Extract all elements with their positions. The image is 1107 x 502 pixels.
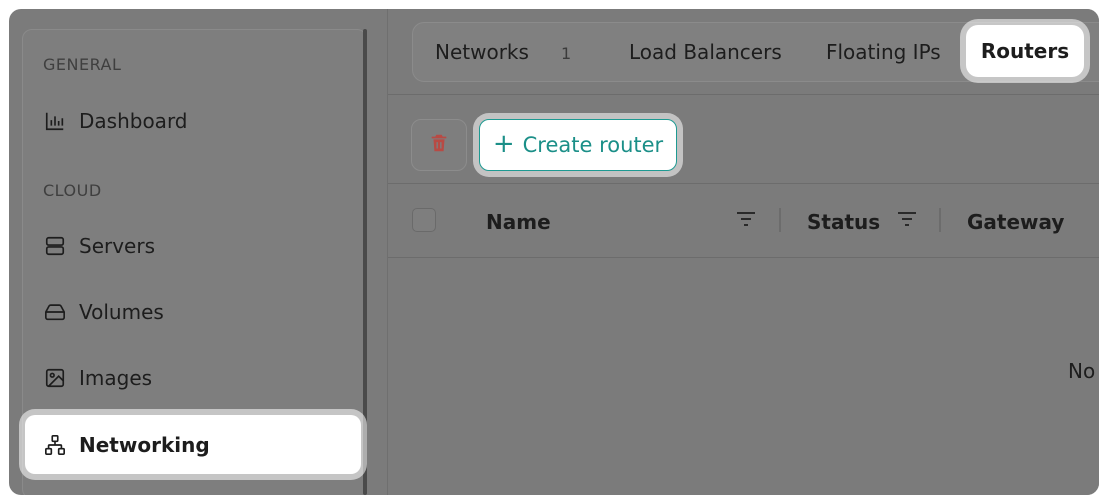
tab-routers[interactable]: Routers bbox=[966, 25, 1084, 77]
trash-icon bbox=[428, 132, 450, 158]
filter-icon[interactable] bbox=[896, 210, 918, 228]
column-separator bbox=[779, 208, 781, 232]
sidebar-item-label: Networking bbox=[79, 433, 210, 457]
tab-networks[interactable]: Networks bbox=[435, 40, 529, 64]
bar-chart-icon bbox=[43, 109, 67, 133]
sidebar-item-networking[interactable]: Networking bbox=[25, 415, 361, 474]
sidebar-item-label: Volumes bbox=[79, 300, 164, 324]
filter-icon[interactable] bbox=[735, 210, 757, 228]
server-icon bbox=[43, 234, 67, 258]
column-header-gateway[interactable]: Gateway bbox=[967, 210, 1064, 234]
divider bbox=[388, 94, 1099, 95]
column-header-name[interactable]: Name bbox=[486, 210, 551, 234]
network-icon bbox=[43, 433, 67, 457]
tab-load-balancers[interactable]: Load Balancers bbox=[629, 40, 782, 64]
create-router-label: Create router bbox=[522, 133, 664, 157]
divider bbox=[388, 183, 1099, 184]
column-separator bbox=[939, 208, 941, 232]
section-label-general: GENERAL bbox=[43, 55, 122, 74]
hard-drive-icon bbox=[43, 300, 67, 324]
main-panel: Networks 1 Load Balancers Floating IPs R… bbox=[387, 9, 1099, 495]
sidebar-item-label: Dashboard bbox=[79, 109, 188, 133]
app-frame: GENERAL Dashboard CLOUD Servers Volumes … bbox=[9, 9, 1099, 495]
empty-state-text: No bbox=[1068, 359, 1096, 383]
select-all-checkbox[interactable] bbox=[412, 208, 436, 232]
section-label-cloud: CLOUD bbox=[43, 181, 102, 200]
sidebar-item-label: Servers bbox=[79, 234, 156, 258]
tab-floating-ips[interactable]: Floating IPs bbox=[826, 40, 941, 64]
sidebar-item-images[interactable]: Images bbox=[43, 358, 152, 398]
sidebar-item-label: Images bbox=[79, 366, 153, 390]
divider bbox=[388, 257, 1099, 258]
column-header-status[interactable]: Status bbox=[807, 210, 880, 234]
sidebar-item-servers[interactable]: Servers bbox=[43, 226, 155, 266]
sidebar-scrollbar[interactable] bbox=[363, 29, 367, 495]
tab-networks-count: 1 bbox=[561, 44, 572, 63]
image-icon bbox=[43, 366, 67, 390]
sidebar-item-dashboard[interactable]: Dashboard bbox=[43, 101, 188, 141]
delete-button[interactable] bbox=[411, 119, 467, 171]
sidebar-item-volumes[interactable]: Volumes bbox=[43, 292, 164, 332]
plus-icon: + bbox=[492, 129, 515, 159]
create-router-button[interactable]: + Create router bbox=[479, 119, 677, 171]
